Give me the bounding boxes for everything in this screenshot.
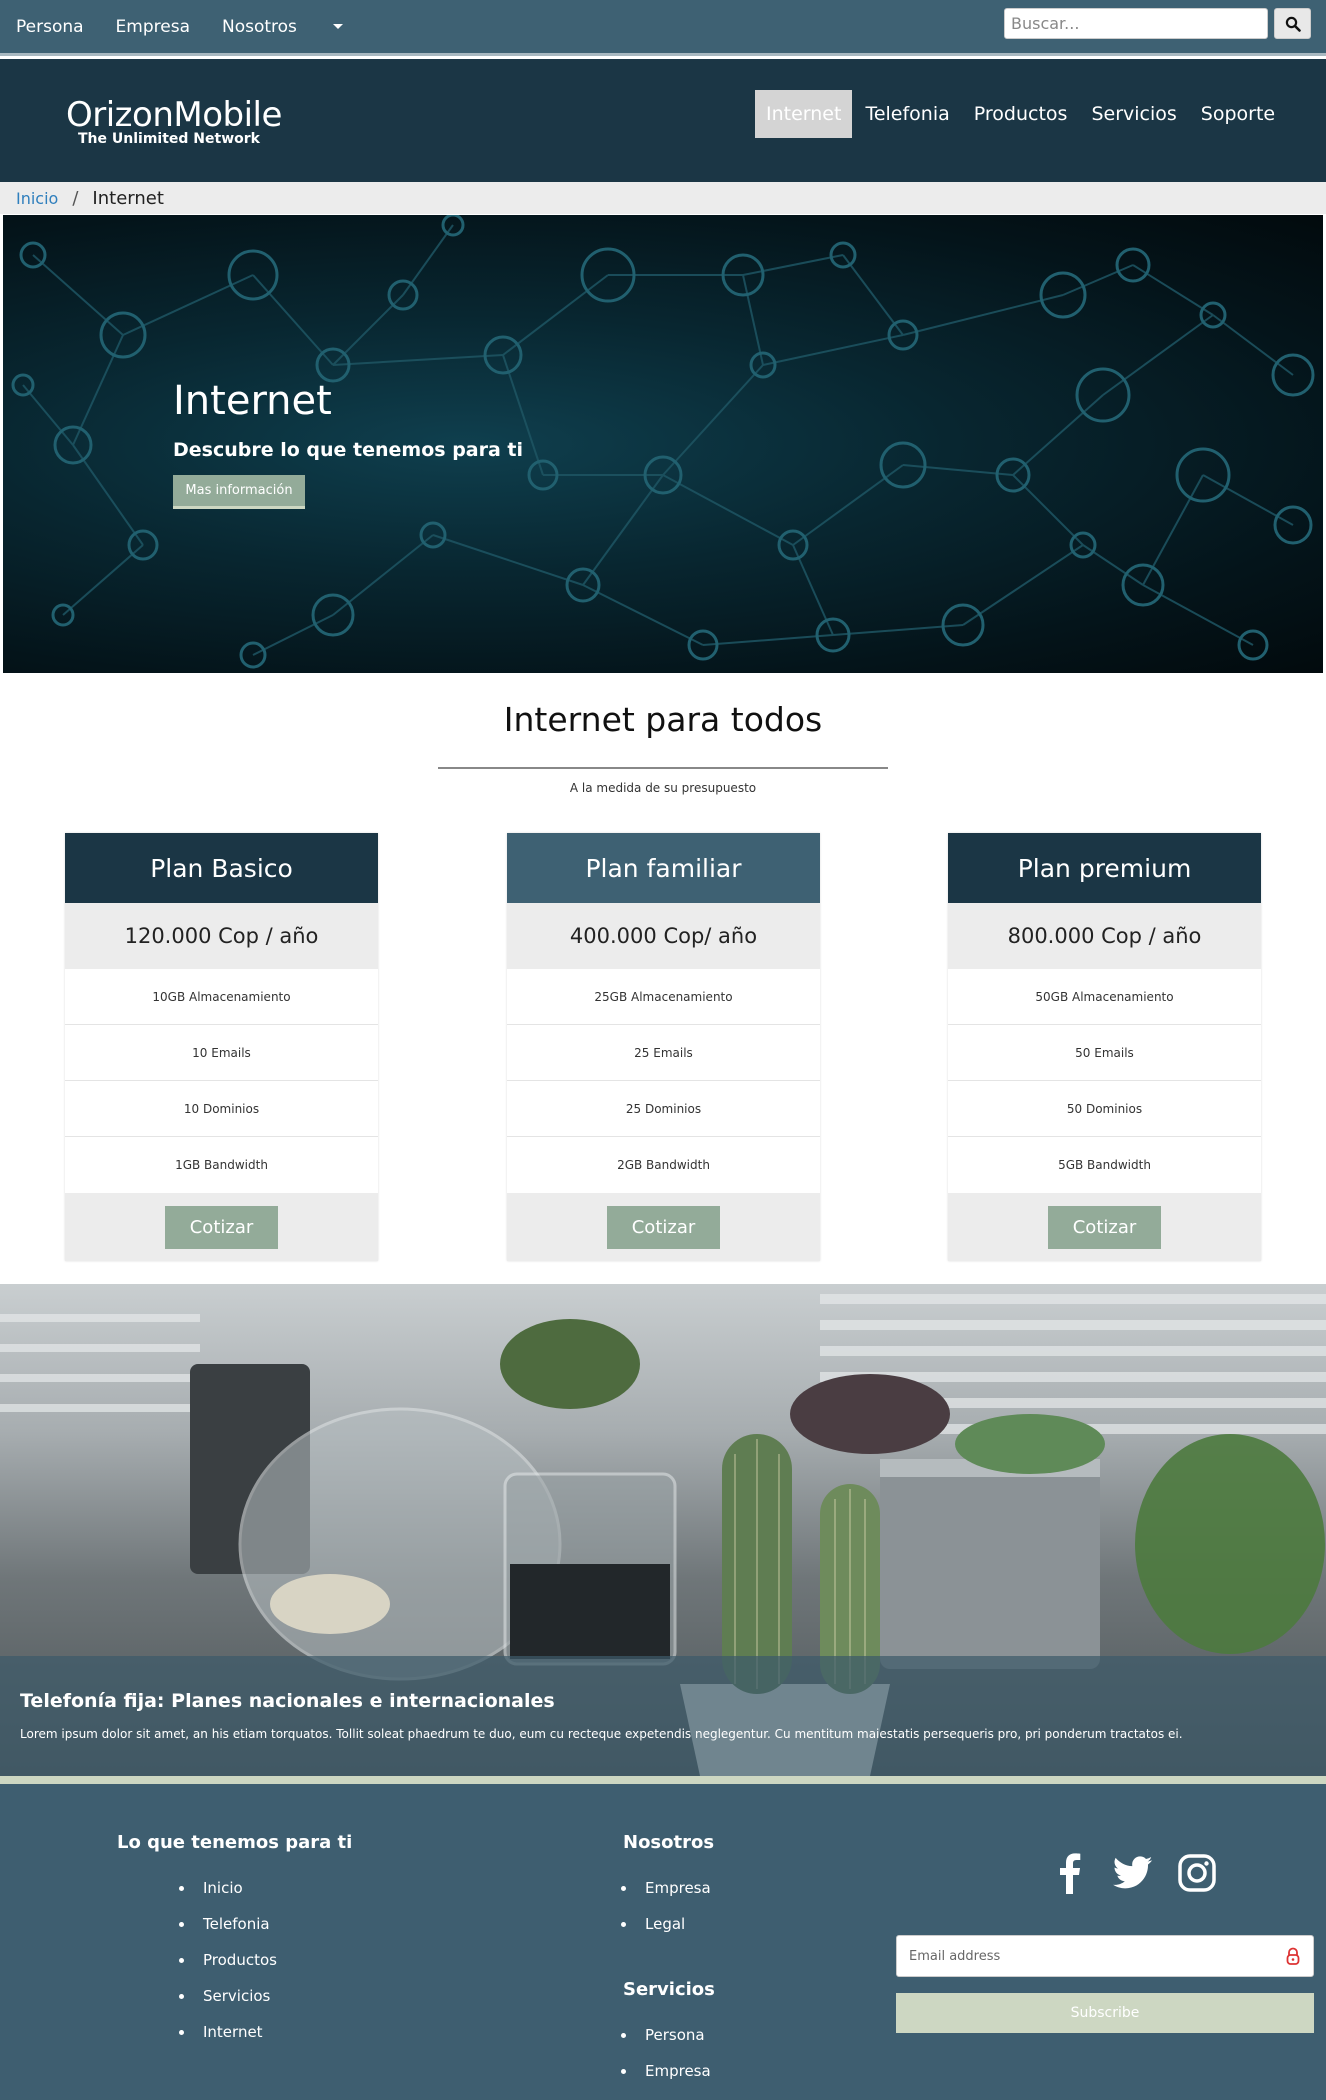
footer-col3-title: Servicios: [623, 1979, 715, 2000]
banner-caption-overlay: [0, 1656, 1326, 1776]
top-bar: Persona Empresa Nosotros: [0, 0, 1326, 56]
search-input[interactable]: [1004, 8, 1268, 39]
brand-name[interactable]: OrizonMobile: [66, 95, 282, 135]
pricing-divider: [438, 767, 888, 769]
footer-link-inicio[interactable]: Inicio: [179, 1870, 277, 1906]
lock-icon: [1286, 1947, 1300, 1965]
nav-item-productos[interactable]: Productos: [963, 90, 1079, 138]
footer-link-productos[interactable]: Productos: [179, 1942, 277, 1978]
newsletter-email-input[interactable]: [896, 1935, 1314, 1977]
plan-feature: 25GB Almacenamiento: [507, 969, 820, 1025]
plan-name: Plan premium: [948, 833, 1261, 903]
breadcrumb: Inicio / Internet: [0, 182, 1326, 214]
nav-item-telefonia[interactable]: Telefonia: [854, 90, 960, 138]
footer-link-servicios[interactable]: Servicios: [179, 1978, 277, 2014]
plan-footer: Cotizar: [65, 1193, 378, 1261]
hero-more-info-button[interactable]: Mas información: [173, 475, 305, 509]
site-header: OrizonMobile The Unlimited Network Inter…: [0, 59, 1326, 182]
social-links: [1044, 1848, 1236, 1898]
footer-link-empresa[interactable]: Empresa: [621, 1870, 711, 1906]
banner-title: Telefonía fija: Planes nacionales e inte…: [20, 1690, 555, 1712]
brand-tagline: The Unlimited Network: [78, 131, 260, 147]
footer-link-persona[interactable]: Persona: [621, 2017, 711, 2053]
plan-footer: Cotizar: [948, 1193, 1261, 1261]
banner-divider-stripe: [0, 1776, 1326, 1784]
footer-link-legal[interactable]: Legal: [621, 1906, 711, 1942]
footer-col2-title: Nosotros: [623, 1832, 715, 1853]
cotizar-button-premium[interactable]: Cotizar: [1048, 1205, 1161, 1249]
cotizar-button-basico[interactable]: Cotizar: [165, 1205, 278, 1249]
breadcrumb-home-link[interactable]: Inicio: [16, 189, 58, 208]
nav-item-servicios[interactable]: Servicios: [1080, 90, 1187, 138]
top-link-nosotros[interactable]: Nosotros: [222, 17, 343, 37]
plan-feature: 10 Dominios: [65, 1081, 378, 1137]
footer-col1-title: Lo que tenemos para ti: [117, 1832, 353, 1853]
footer-link-internet[interactable]: Internet: [179, 2014, 277, 2050]
caret-down-icon: [332, 24, 343, 29]
instagram-icon: [1178, 1854, 1216, 1892]
cactus-photo-banner: Telefonía fija: Planes nacionales e inte…: [0, 1284, 1326, 1776]
facebook-icon: [1060, 1853, 1081, 1894]
plan-feature: 25 Dominios: [507, 1081, 820, 1137]
plan-price: 800.000 Cop / año: [948, 903, 1261, 969]
footer-link-telefonia[interactable]: Telefonia: [179, 1906, 277, 1942]
plan-feature: 50 Dominios: [948, 1081, 1261, 1137]
twitter-icon: [1113, 1856, 1153, 1889]
hero-subtitle: Descubre lo que tenemos para ti: [173, 439, 524, 461]
nav-item-internet[interactable]: Internet: [755, 90, 853, 138]
plan-feature: 1GB Bandwidth: [175, 1158, 268, 1172]
hero-title: Internet: [173, 378, 332, 424]
top-link-empresa[interactable]: Empresa: [116, 17, 190, 37]
plan-feature: 50GB Almacenamiento: [948, 969, 1261, 1025]
footer-link-empresa-servicios[interactable]: Empresa: [621, 2053, 711, 2089]
plan-card-basico: Plan Basico 120.000 Cop / año 10GB Almac…: [65, 833, 378, 1261]
subscribe-button[interactable]: Subscribe: [896, 1993, 1314, 2033]
nav-item-soporte[interactable]: Soporte: [1190, 90, 1286, 138]
cotizar-button-familiar[interactable]: Cotizar: [607, 1205, 720, 1249]
breadcrumb-separator: /: [72, 187, 79, 209]
breadcrumb-current: Internet: [92, 187, 164, 209]
top-link-persona[interactable]: Persona: [16, 17, 84, 37]
banner-text: Lorem ipsum dolor sit amet, an his etiam…: [20, 1727, 1183, 1741]
pricing-title: Internet para todos: [503, 700, 823, 739]
top-links: Persona Empresa Nosotros: [16, 0, 375, 53]
plan-feature: 10 Emails: [65, 1025, 378, 1081]
hero-banner: Internet Descubre lo que tenemos para ti…: [3, 215, 1323, 673]
search-button[interactable]: [1274, 8, 1311, 39]
top-link-nosotros-label: Nosotros: [222, 16, 297, 37]
facebook-link[interactable]: [1044, 1848, 1094, 1898]
plan-feature: 2GB Bandwidth: [617, 1158, 710, 1172]
pricing-subtitle: A la medida de su presupuesto: [569, 781, 757, 795]
twitter-link[interactable]: [1108, 1848, 1158, 1898]
plan-card-premium: Plan premium 800.000 Cop / año 50GB Alma…: [948, 833, 1261, 1261]
footer-col3-list: Persona Empresa: [621, 2017, 711, 2089]
main-nav: Internet Telefonia Productos Servicios S…: [755, 90, 1288, 138]
footer-col2-list: Empresa Legal: [621, 1870, 711, 1942]
plan-feature: 5GB Bandwidth: [1058, 1158, 1151, 1172]
plan-price: 400.000 Cop/ año: [507, 903, 820, 969]
footer-col1-list: Inicio Telefonia Productos Servicios Int…: [179, 1870, 277, 2050]
plan-name: Plan familiar: [507, 833, 820, 903]
plan-feature: 25 Emails: [507, 1025, 820, 1081]
plan-footer: Cotizar: [507, 1193, 820, 1261]
instagram-link[interactable]: [1172, 1848, 1222, 1898]
plan-feature: 10GB Almacenamiento: [65, 969, 378, 1025]
plan-price: 120.000 Cop / año: [65, 903, 378, 969]
plan-name: Plan Basico: [65, 833, 378, 903]
search-icon: [1285, 16, 1301, 32]
plan-card-familiar: Plan familiar 400.000 Cop/ año 25GB Alma…: [507, 833, 820, 1261]
plan-feature: 50 Emails: [948, 1025, 1261, 1081]
